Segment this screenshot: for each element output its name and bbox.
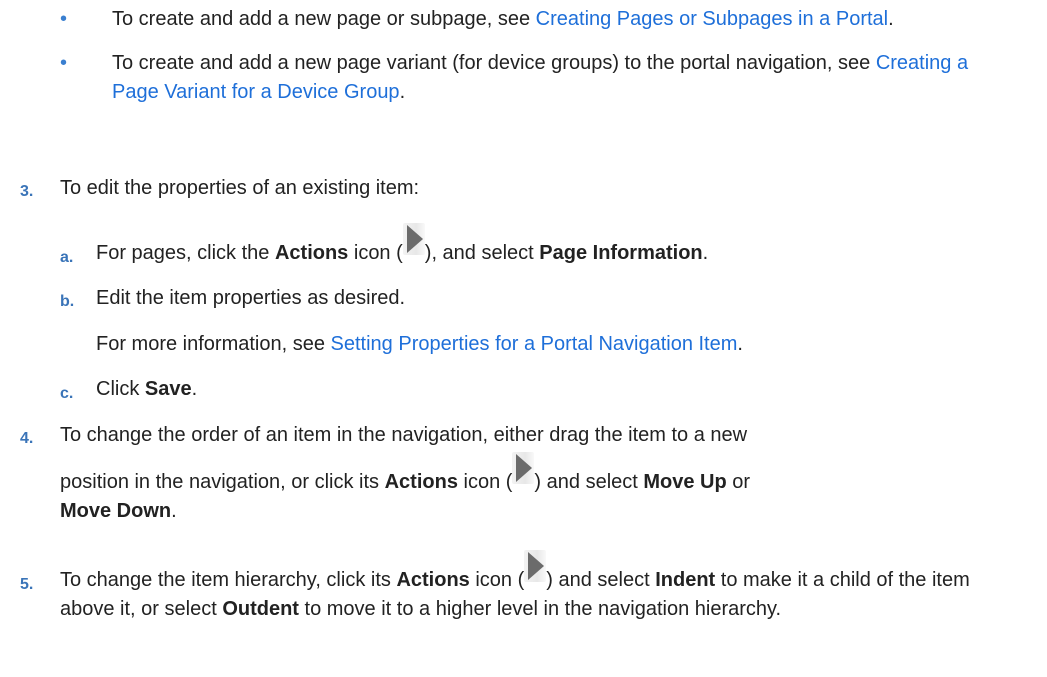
link-setting-properties[interactable]: Setting Properties for a Portal Navigati… [331,333,738,355]
punctuation: . [399,81,406,103]
step-5-text: To change the item hierarchy, click its … [60,550,1025,624]
text: icon ( [457,471,513,493]
actions-icon [512,452,535,497]
text: . [191,378,198,400]
step-number-5: 5. [20,576,34,593]
punctuation: . [888,8,894,30]
bold-indent: Indent [655,569,716,591]
text: or [726,471,751,493]
substep-a-text: For pages, click the Actions icon ( ), an… [96,223,1026,268]
text: For pages, click the [96,242,275,264]
bold-page-information: Page Information [539,242,703,264]
text: . [171,500,177,522]
bold-move-down: Move Down [60,500,172,522]
text: . [737,333,743,355]
list-item: • To create and add a new page or subpag… [60,5,1020,34]
bullet-icon: • [60,52,68,74]
text: icon ( [348,242,403,264]
bold-save: Save [144,378,192,400]
bullet-text: To create and add a new page variant (fo… [112,52,876,74]
step-4-line3: Move Down. [60,497,1025,526]
actions-icon [524,550,547,595]
bullet-list: • To create and add a new page or subpag… [60,5,1020,122]
document-page: • To create and add a new page or subpag… [0,0,1047,677]
step-number-4: 4. [20,430,34,447]
bold-actions: Actions [384,471,458,493]
step-4-line1: To change the order of an item in the na… [60,424,748,446]
bold-outdent: Outdent [222,598,299,620]
text: . [702,242,709,264]
step-number-3: 3. [20,183,34,200]
text: ) and select [546,569,656,591]
text: Click [96,378,145,400]
step-3-text: To edit the properties of an existing it… [60,177,420,199]
substep-label-b: b. [60,293,75,310]
step-4-line2: position in the navigation, or click its… [60,452,1025,497]
text: position in the navigation, or click its [60,471,385,493]
bullet-text: To create and add a new page or subpage,… [112,8,536,30]
list-item: • To create and add a new page variant (… [60,49,1020,107]
bullet-icon: • [60,8,68,30]
substep-label-c: c. [60,385,74,402]
substep-label-a: a. [60,249,74,266]
bold-move-up: Move Up [643,471,727,493]
bold-actions: Actions [396,569,470,591]
text: ), and select [424,242,540,264]
substep-b-text: Edit the item properties as desired. [96,287,406,309]
text: For more information, see [96,333,331,355]
substep-c-text: Click Save. [96,375,1026,404]
text: icon ( [469,569,525,591]
text: To change the item hierarchy, click its [60,569,397,591]
actions-icon [402,223,425,268]
link-creating-pages[interactable]: Creating Pages or Subpages in a Portal [536,8,888,30]
text: ) and select [534,471,644,493]
text: to move it to a higher level in the navi… [298,598,782,620]
substep-b-info: For more information, see Setting Proper… [96,330,1026,359]
bold-actions: Actions [274,242,349,264]
